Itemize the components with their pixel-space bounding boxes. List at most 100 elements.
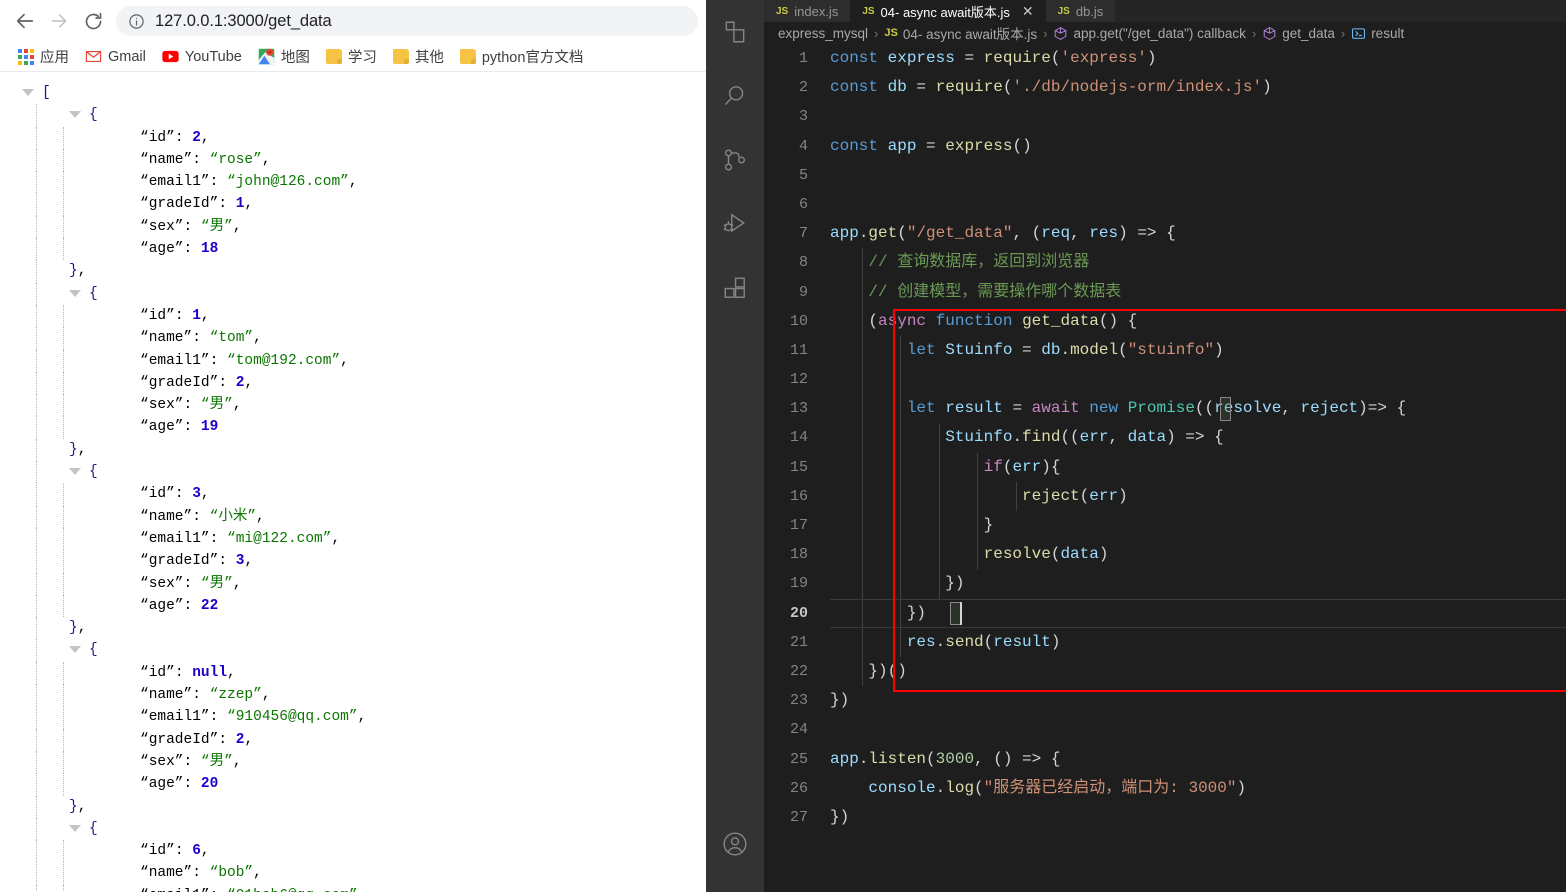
- json-indent-guide: [36, 572, 37, 595]
- bookmark-maps[interactable]: 地图: [250, 44, 318, 69]
- json-indent-guide: [63, 884, 64, 892]
- json-text: [: [42, 85, 51, 101]
- bookmark-gmail[interactable]: Gmail: [77, 46, 154, 67]
- bookmark-label: 地图: [280, 50, 310, 66]
- back-button[interactable]: [8, 4, 42, 38]
- json-collapse-triangle[interactable]: [69, 824, 81, 832]
- extensions-icon[interactable]: [706, 256, 764, 320]
- search-icon[interactable]: [706, 64, 764, 128]
- json-response-viewer: [{“id”: 2, “name”: “rose”, “email1”: “john…: [0, 72, 706, 892]
- json-field-gradeid: “gradeId”: 3,: [14, 550, 706, 573]
- json-indent-guide: [63, 572, 64, 595]
- bookmark-folder-other[interactable]: 其他: [385, 44, 452, 69]
- code-line: 6: [764, 190, 1566, 219]
- breadcrumb-item[interactable]: result: [1351, 26, 1404, 41]
- json-field-id: “id”: 3,: [14, 483, 706, 506]
- json-indent-guide: [36, 728, 37, 751]
- editor-tab[interactable]: JS 04- async await版本.js ✕: [850, 0, 1046, 22]
- json-text: “sex”: “男”,: [140, 753, 242, 770]
- json-indent-guide: [63, 594, 64, 618]
- json-collapse-triangle[interactable]: [22, 89, 34, 96]
- reload-button[interactable]: [76, 4, 110, 38]
- json-text: },: [69, 620, 87, 637]
- line-number: 9: [798, 283, 808, 301]
- json-text: {: [89, 464, 98, 481]
- code-line: 11 let Stuinfo = db.model("stuinfo"): [764, 336, 1566, 365]
- code-text: if(err){: [983, 457, 1061, 476]
- json-collapse-triangle[interactable]: [69, 646, 81, 654]
- json-collapse-triangle[interactable]: [69, 111, 81, 119]
- json-text: “gradeId”: 1,: [140, 196, 254, 213]
- json-text: “name”: “tom”,: [140, 330, 262, 347]
- account-icon[interactable]: [706, 812, 764, 876]
- code-line: 26 console.log("服务器已经启动，端口为: 3000"): [764, 774, 1566, 803]
- bookmark-apps[interactable]: 应用: [10, 44, 77, 69]
- json-collapse-triangle[interactable]: [69, 468, 81, 476]
- breadcrumb-item[interactable]: JS 04- async await版本.js: [884, 23, 1037, 43]
- json-indent-guide: [36, 215, 37, 239]
- js-file-icon: JS: [862, 5, 875, 17]
- code-line: 17 }: [764, 511, 1566, 540]
- json-indent-guide: [36, 394, 37, 417]
- breadcrumb-item[interactable]: express_mysql: [778, 26, 868, 41]
- bookmark-folder-python-docs[interactable]: python官方文档: [452, 44, 592, 69]
- bookmark-youtube[interactable]: YouTube: [154, 46, 250, 67]
- address-bar[interactable]: 127.0.0.1:3000/get_data: [116, 6, 698, 36]
- breadcrumb-label: get_data: [1282, 25, 1335, 41]
- close-icon[interactable]: ✕: [1022, 4, 1034, 18]
- code-line: 15 if(err){: [764, 453, 1566, 482]
- explorer-icon[interactable]: [706, 0, 764, 64]
- json-object-open: {: [14, 282, 706, 305]
- youtube-icon: [162, 50, 179, 63]
- line-number: 14: [789, 429, 808, 447]
- json-text: {: [89, 642, 98, 659]
- json-indent-guide: [36, 148, 37, 172]
- json-indent-guide: [36, 238, 37, 261]
- line-number: 2: [798, 79, 808, 97]
- json-field-id: “id”: 6,: [14, 840, 706, 863]
- folder-icon: [392, 49, 409, 64]
- code-line: 14 Stuinfo.find((err, data) => {: [764, 423, 1566, 452]
- json-text: {: [89, 107, 98, 124]
- line-number: 5: [798, 166, 808, 184]
- run-debug-icon[interactable]: [706, 192, 764, 256]
- bookmark-folder-study[interactable]: 学习: [318, 44, 385, 69]
- json-indent-guide: [63, 773, 64, 796]
- bookmark-label: Gmail: [108, 48, 146, 65]
- code-text: res.send(result): [906, 632, 1061, 651]
- source-control-icon[interactable]: [706, 128, 764, 192]
- code-text: }: [830, 516, 994, 534]
- json-indent-guide: [36, 706, 37, 729]
- info-circle-icon[interactable]: [128, 13, 145, 30]
- editor-tab[interactable]: JS db.js: [1045, 0, 1116, 22]
- code-line: 25 app.listen(3000, () => {: [764, 745, 1566, 774]
- json-text: “email1”: “tom@192.com”,: [140, 352, 349, 369]
- json-field-gradeid: “gradeId”: 1,: [14, 193, 706, 216]
- line-number: 27: [789, 808, 808, 826]
- code-text: const app = express(): [830, 136, 1032, 155]
- forward-button[interactable]: [42, 4, 76, 38]
- json-text: “age”: 18: [140, 241, 219, 258]
- editor-tab-label: index.js: [794, 3, 839, 19]
- symbol-method-icon: [1053, 26, 1068, 41]
- json-indent-guide: [36, 527, 37, 551]
- breadcrumb-item[interactable]: get_data: [1262, 26, 1335, 41]
- json-text: },: [69, 441, 87, 458]
- apps-grid-icon: [18, 48, 34, 65]
- code-text: }): [830, 603, 927, 622]
- line-number: 3: [798, 108, 808, 126]
- breadcrumb-item[interactable]: app.get("/get_data") callback: [1053, 26, 1246, 41]
- json-object-open: {: [14, 639, 706, 662]
- json-indent-guide: [63, 349, 64, 372]
- json-text: “id”: 2,: [140, 129, 210, 146]
- code-line: 21 res.send(result): [764, 628, 1566, 657]
- json-indent-guide: [36, 171, 37, 194]
- bookmarks-bar: 应用 Gmail YouTube 地图 学习 其他 python官方文档: [0, 42, 706, 72]
- gmail-icon: [85, 50, 102, 63]
- json-field-email: “email1”: “john@126.com”,: [14, 171, 706, 194]
- code-line: 12: [764, 365, 1566, 394]
- code-editor[interactable]: 1 const express = require('express') 2 cons…: [764, 44, 1566, 892]
- json-field-age: “age”: 19: [14, 416, 706, 439]
- editor-tab[interactable]: JS index.js: [764, 0, 851, 22]
- json-collapse-triangle[interactable]: [69, 289, 81, 297]
